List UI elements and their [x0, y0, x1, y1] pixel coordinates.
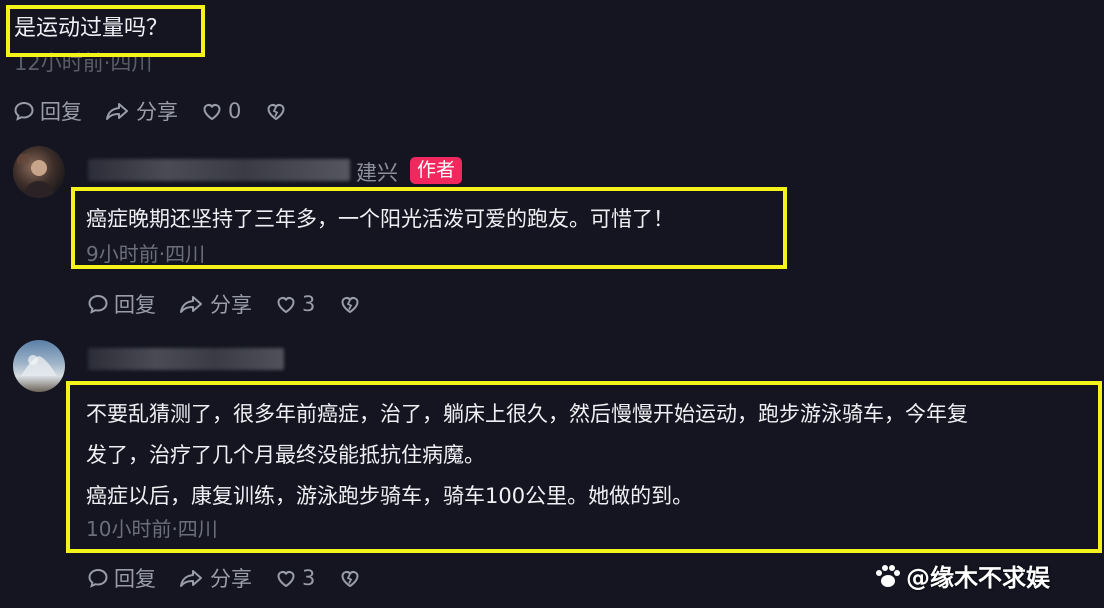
avatar[interactable]: [13, 340, 65, 392]
dislike-button[interactable]: [337, 566, 367, 590]
author-badge: 作者: [410, 157, 463, 184]
share-button[interactable]: 分享: [178, 563, 252, 593]
like-count: 3: [302, 292, 316, 316]
comment-bubble-icon: [88, 294, 108, 314]
reply-button[interactable]: 回复: [86, 289, 156, 319]
avatar[interactable]: [13, 146, 65, 198]
share-label: 分享: [210, 293, 252, 317]
highlight-box-reply1: [71, 187, 787, 269]
dislike-button[interactable]: [263, 99, 293, 123]
broken-heart-icon: [341, 297, 359, 314]
reply-label: 回复: [114, 567, 156, 591]
watermark: @缘木不求娱: [874, 558, 1050, 593]
reply-label: 回复: [114, 293, 156, 317]
heart-icon: [277, 571, 295, 588]
reply-label: 回复: [40, 100, 82, 124]
share-label: 分享: [210, 567, 252, 591]
like-button[interactable]: 3: [274, 292, 315, 316]
like-count: 0: [228, 99, 242, 123]
highlight-box-top: [6, 5, 205, 57]
comment-bubble-icon: [14, 101, 34, 121]
username-suffix[interactable]: 建兴: [356, 157, 398, 187]
share-arrow-icon: [180, 296, 202, 313]
watermark-text: @缘木不求娱: [906, 564, 1050, 592]
reply2-actions: 回复 分享 3: [86, 563, 389, 593]
share-arrow-icon: [106, 103, 128, 120]
reply-button[interactable]: 回复: [86, 563, 156, 593]
username-blurred: [88, 159, 350, 181]
share-label: 分享: [136, 100, 178, 124]
share-button[interactable]: 分享: [104, 96, 178, 126]
heart-icon: [277, 297, 295, 314]
top-comment-actions: 回复 分享 0: [12, 96, 315, 126]
like-button[interactable]: 3: [274, 566, 315, 590]
avatar-photo: [21, 355, 57, 376]
reply-button[interactable]: 回复: [12, 96, 82, 126]
share-button[interactable]: 分享: [178, 289, 252, 319]
highlight-box-reply2: [66, 381, 1102, 553]
broken-heart-icon: [341, 571, 359, 588]
heart-icon: [203, 104, 221, 121]
username-blurred: [88, 348, 284, 370]
like-count: 3: [302, 566, 316, 590]
dislike-button[interactable]: [337, 292, 367, 316]
reply1-actions: 回复 分享 3: [86, 289, 389, 319]
comment-bubble-icon: [88, 568, 108, 588]
avatar-photo: [17, 154, 55, 198]
share-arrow-icon: [180, 570, 202, 587]
broken-heart-icon: [267, 104, 285, 121]
paw-logo-icon: [876, 564, 900, 587]
like-button[interactable]: 0: [200, 99, 241, 123]
